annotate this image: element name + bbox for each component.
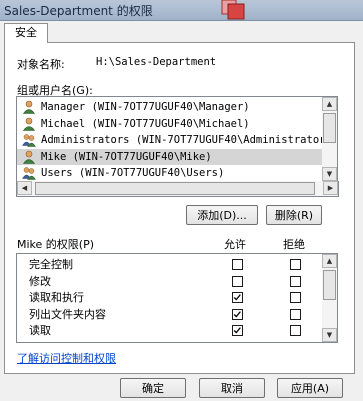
allow-checkbox[interactable] bbox=[232, 259, 243, 270]
deny-checkbox[interactable] bbox=[290, 308, 301, 320]
permission-name: 读取和执行 bbox=[29, 291, 84, 304]
allow-checkbox[interactable] bbox=[232, 325, 243, 336]
scroll-down-icon[interactable]: ▼ bbox=[322, 328, 337, 342]
remove-button[interactable]: 删除(R) bbox=[266, 205, 322, 225]
list-item-label: Users (WIN-7OT77UGUF40\Users) bbox=[41, 167, 225, 179]
list-item-label: Administrators (WIN-7OT77UGUF40\Administ… bbox=[41, 134, 322, 146]
scroll-left-icon[interactable]: ◀ bbox=[17, 181, 32, 195]
scroll-down-icon[interactable]: ▼ bbox=[322, 167, 337, 181]
permission-name: 修改 bbox=[29, 274, 51, 288]
add-button[interactable]: 添加(D)... bbox=[186, 205, 258, 225]
table-row: 读取 bbox=[17, 323, 322, 339]
deny-checkbox[interactable] bbox=[290, 275, 301, 287]
user-list-vertical-scrollbar[interactable]: ▲ ▼ bbox=[322, 96, 338, 182]
permission-name: 列出文件夹内容 bbox=[29, 307, 106, 321]
window-title: Sales-Department 的权限 bbox=[4, 4, 153, 18]
permissions-label: Mike 的权限(P) bbox=[17, 238, 95, 251]
list-item-label: Michael (WIN-7OT77UGUF40\Michael) bbox=[41, 117, 250, 130]
user-icon bbox=[22, 150, 36, 164]
close-icon[interactable] bbox=[220, 0, 246, 20]
list-item-label: Mike (WIN-7OT77UGUF40\Mike) bbox=[41, 150, 212, 163]
scroll-right-icon[interactable]: ▶ bbox=[323, 181, 338, 195]
user-icon bbox=[22, 100, 36, 114]
allow-header: 允许 bbox=[224, 238, 246, 251]
permission-list-scrollbar[interactable]: ▲ ▼ bbox=[322, 253, 338, 343]
table-row: 修改 bbox=[17, 274, 322, 290]
deny-header: 拒绝 bbox=[283, 238, 305, 251]
permission-name: 完全控制 bbox=[29, 258, 73, 271]
list-item[interactable]: Users (WIN-7OT77UGUF40\Users) bbox=[17, 165, 322, 181]
access-control-help-link[interactable]: 了解访问控制和权限 bbox=[17, 350, 116, 366]
scroll-up-icon[interactable]: ▲ bbox=[322, 254, 337, 268]
deny-checkbox[interactable] bbox=[290, 292, 301, 303]
group-icon bbox=[22, 166, 36, 180]
group-icon bbox=[22, 133, 36, 147]
tab-security[interactable]: 安全 bbox=[4, 23, 48, 43]
allow-checkbox[interactable] bbox=[232, 275, 243, 287]
scroll-thumb[interactable] bbox=[323, 113, 336, 143]
object-name-label: 对象名称: bbox=[17, 58, 65, 71]
list-item[interactable]: Mike (WIN-7OT77UGUF40\Mike) bbox=[17, 148, 322, 165]
list-item-label: Manager (WIN-7OT77UGUF40\Manager) bbox=[41, 101, 250, 113]
title-bar: Sales-Department 的权限 bbox=[0, 0, 363, 21]
list-item[interactable]: Administrators (WIN-7OT77UGUF40\Administ… bbox=[17, 132, 322, 148]
scroll-thumb[interactable] bbox=[323, 270, 336, 300]
object-name-value: H:\Sales-Department bbox=[96, 56, 217, 68]
scroll-up-icon[interactable]: ▲ bbox=[322, 97, 337, 111]
permission-name: 读取 bbox=[29, 324, 51, 337]
list-item[interactable]: Michael (WIN-7OT77UGUF40\Michael) bbox=[17, 116, 322, 132]
user-list[interactable]: Manager (WIN-7OT77UGUF40\Manager) Michael… bbox=[16, 96, 323, 182]
cancel-button[interactable]: 取消 bbox=[199, 378, 265, 398]
user-icon bbox=[22, 117, 36, 131]
permission-list: 完全控制修改读取和执行列出文件夹内容 读取 bbox=[16, 253, 323, 343]
ok-button[interactable]: 确定 bbox=[120, 378, 186, 398]
deny-checkbox[interactable] bbox=[290, 259, 301, 270]
scroll-thumb-horizontal[interactable] bbox=[35, 182, 315, 195]
allow-checkbox[interactable] bbox=[232, 308, 243, 320]
allow-checkbox[interactable] bbox=[232, 292, 243, 303]
deny-checkbox[interactable] bbox=[290, 325, 301, 336]
table-row: 列出文件夹内容 bbox=[17, 307, 322, 323]
table-row: 读取和执行 bbox=[17, 290, 322, 306]
apply-button[interactable]: 应用(A) bbox=[277, 378, 343, 398]
user-list-horizontal-scrollbar[interactable]: ◀ ▶ bbox=[16, 181, 339, 197]
list-item[interactable]: Manager (WIN-7OT77UGUF40\Manager) bbox=[17, 99, 322, 115]
table-row: 完全控制 bbox=[17, 257, 322, 273]
